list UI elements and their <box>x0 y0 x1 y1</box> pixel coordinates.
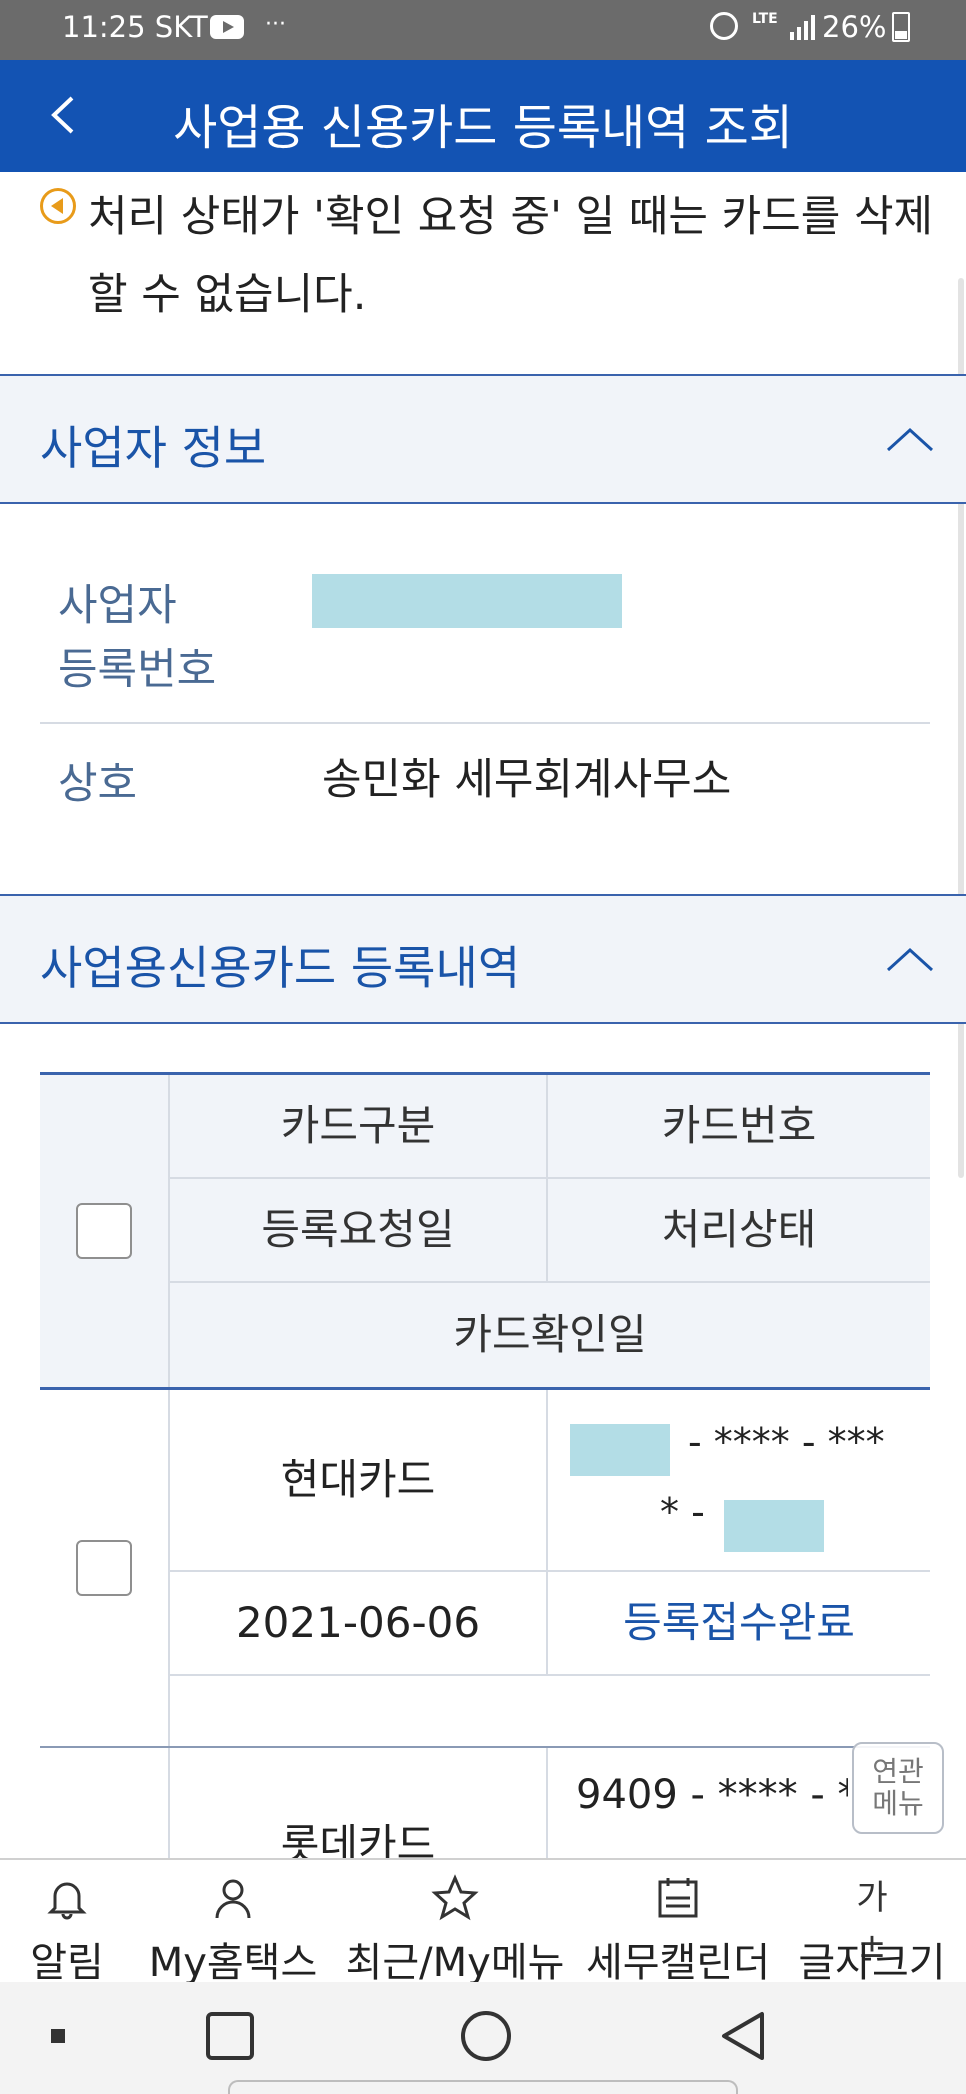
header-card-type: 카드구분 <box>170 1075 546 1177</box>
app-header: 사업용 신용카드 등록내역 조회 <box>0 60 966 172</box>
nav-tax-calendar[interactable]: 세무캘린더 <box>578 1860 778 1986</box>
home-icon[interactable] <box>458 2008 514 2064</box>
row-checkbox[interactable] <box>76 1540 132 1596</box>
bottom-nav: 알림 My홈택스 최근/My메뉴 세무캘린더 가± 글자크기 <box>0 1858 966 1986</box>
divider <box>40 722 930 724</box>
network-label: LTE <box>752 11 778 27</box>
row-divider <box>40 1746 930 1748</box>
status-time: 11:25 SKT <box>62 10 208 44</box>
section-title: 사업자 정보 <box>40 421 267 475</box>
calendar-icon <box>658 1878 698 1918</box>
nav-recent-menu[interactable]: 최근/My메뉴 <box>332 1860 578 1986</box>
select-all-cell <box>40 1075 168 1387</box>
signal-icon <box>790 15 815 40</box>
related-menu-label: 연관 메뉴 <box>872 1755 924 1820</box>
header-confirm-date: 카드확인일 <box>170 1283 930 1387</box>
request-date: 2021-06-06 <box>170 1572 546 1674</box>
reg-number-row: 사업자 등록번호 <box>40 570 930 720</box>
divider <box>546 1075 548 1283</box>
system-nav-bar <box>0 1982 966 2094</box>
recents-dot-icon[interactable] <box>48 2026 68 2046</box>
chevron-up-icon[interactable] <box>884 414 936 466</box>
card-number: - **** - *** * - <box>548 1390 930 1570</box>
divider <box>170 1281 930 1283</box>
person-icon <box>215 1879 251 1919</box>
divider <box>168 1075 170 1387</box>
nav-label: 최근/My메뉴 <box>345 1940 565 1986</box>
status-link[interactable]: 등록접수완료 <box>548 1572 930 1674</box>
card-type: 현대카드 <box>170 1390 546 1570</box>
gesture-handle[interactable] <box>228 2080 738 2094</box>
business-name-label: 상호 <box>58 759 138 809</box>
nav-alert[interactable]: 알림 <box>0 1860 134 1986</box>
related-menu-button[interactable]: 연관 메뉴 <box>852 1742 944 1834</box>
chevron-up-icon[interactable] <box>884 934 936 986</box>
font-size-icon: 가± <box>856 1878 888 1966</box>
notice: 처리 상태가 '확인 요청 중' 일 때는 카드를 삭제할 수 없습니다. <box>40 178 940 334</box>
card-number-end: * - <box>660 1490 705 1534</box>
nav-my-hometax[interactable]: My홈택스 <box>134 1860 332 1986</box>
nav-label: 알림 <box>30 1940 104 1986</box>
business-info-header[interactable]: 사업자 정보 <box>0 374 966 504</box>
reg-number-label: 사업자 등록번호 <box>58 581 217 695</box>
card-number-middle: - **** - *** <box>688 1420 885 1464</box>
overview-icon[interactable] <box>204 2010 256 2062</box>
back-icon[interactable] <box>718 2010 770 2062</box>
star-icon <box>431 1874 479 1921</box>
nav-label: 글자크기 <box>798 1940 946 1986</box>
youtube-icon <box>210 15 244 39</box>
masked-reg-number <box>312 574 622 628</box>
nav-label: My홈택스 <box>148 1940 318 1986</box>
header-status: 처리상태 <box>548 1179 930 1281</box>
notice-text: 처리 상태가 '확인 요청 중' 일 때는 카드를 삭제할 수 없습니다. <box>88 192 934 320</box>
card-list-header[interactable]: 사업용신용카드 등록내역 <box>0 894 966 1024</box>
bell-icon <box>47 1882 87 1920</box>
masked-card-prefix <box>570 1424 670 1476</box>
alarm-icon <box>710 12 738 40</box>
battery-percent: 26% <box>822 10 887 44</box>
header-request-date: 등록요청일 <box>170 1179 546 1281</box>
nav-font-size[interactable]: 가± 글자크기 <box>778 1860 966 1986</box>
confirm-date <box>170 1676 930 1746</box>
speaker-icon <box>40 188 76 224</box>
business-name-value: 송민화 세무회계사무소 <box>322 755 732 805</box>
battery-icon <box>892 12 910 42</box>
header-card-number: 카드번호 <box>548 1075 930 1177</box>
status-bar: 11:25 SKT ··· LTE 26% <box>0 0 966 60</box>
section-title: 사업용신용카드 등록내역 <box>40 941 521 995</box>
page-title: 사업용 신용카드 등록내역 조회 <box>173 100 793 156</box>
masked-card-suffix <box>724 1500 824 1552</box>
nav-label: 세무캘린더 <box>586 1940 770 1986</box>
card-number: 9409 - **** - *** <box>548 1772 848 1832</box>
select-all-checkbox[interactable] <box>76 1203 132 1259</box>
business-name-row: 상호 송민화 세무회계사무소 <box>40 748 930 828</box>
divider <box>170 1177 930 1179</box>
more-notifications-icon: ··· <box>265 12 286 37</box>
card-type: 롯데카드 <box>170 1800 546 1858</box>
